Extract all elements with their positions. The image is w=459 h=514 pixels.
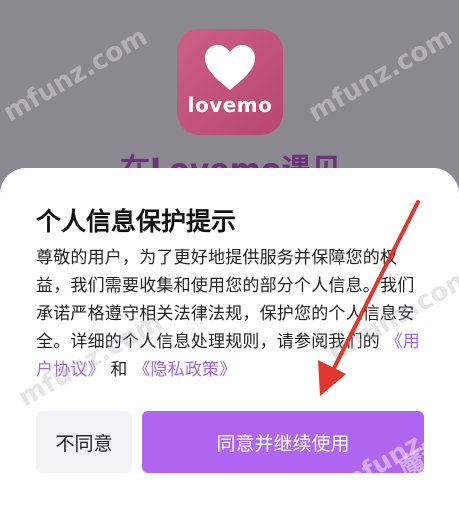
dialog-body: 尊敬的用户，为了更好地提供服务并保障您的权益，我们需要收集和使用您的部分个人信息… — [36, 244, 422, 384]
privacy-policy-link[interactable]: 《隐私政策》 — [133, 360, 236, 380]
disagree-button[interactable]: 不同意 — [36, 411, 132, 473]
heart-icon — [205, 45, 255, 90]
dialog-body-text: 尊敬的用户，为了更好地提供服务并保障您的权益，我们需要收集和使用您的部分个人信息… — [36, 248, 415, 352]
agree-button[interactable]: 同意并继续使用 — [142, 411, 424, 473]
dialog-title: 个人信息保护提示 — [36, 207, 237, 236]
logo-text: lovemo — [187, 93, 273, 117]
and-text: 和 — [110, 360, 128, 380]
privacy-dialog: 个人信息保护提示 尊敬的用户，为了更好地提供服务并保障您的权益，我们需要收集和使… — [0, 168, 459, 514]
app-logo: lovemo — [177, 29, 283, 135]
